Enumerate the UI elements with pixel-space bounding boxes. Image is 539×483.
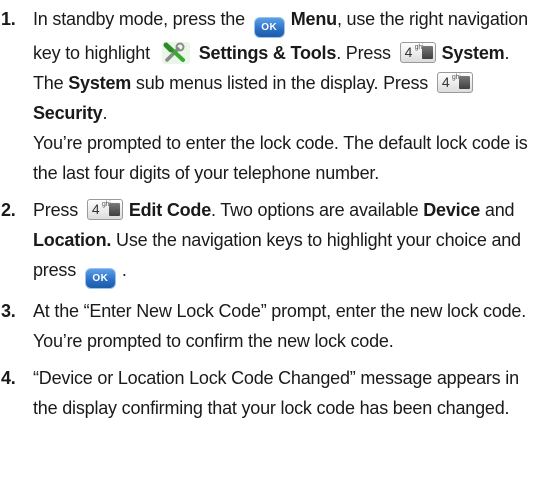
- number-4-key-icon: 4 ghi: [399, 42, 436, 63]
- step-text: In standby mode, press the OK Menu, use t…: [33, 4, 533, 188]
- step-number: 3.: [1, 301, 16, 321]
- device-label: Device: [423, 200, 481, 220]
- step-number: 2.: [1, 200, 16, 220]
- security-label: Security: [33, 103, 103, 123]
- menu-label: Menu: [290, 9, 337, 29]
- settings-tools-icon: [161, 42, 190, 64]
- text-segment: You’re prompted to enter the lock code. …: [33, 133, 528, 183]
- number-4-key-icon: 4 ghi: [86, 199, 123, 220]
- step-2: 2. Press 4 ghi Edit Code. Two options are …: [0, 195, 533, 289]
- step-number: 1.: [1, 9, 16, 29]
- text-segment: . Press: [336, 43, 391, 63]
- text-segment: .: [121, 260, 127, 280]
- text-segment: sub menus listed in the display. Press: [135, 73, 429, 93]
- key-digit: 4: [91, 201, 100, 217]
- number-4-key-icon: 4 ghi: [436, 72, 473, 93]
- key-bar: [458, 76, 470, 89]
- ok-key-icon: OK: [84, 268, 116, 289]
- step-4: 4. “Device or Location Lock Code Changed…: [0, 363, 533, 423]
- step-text: At the “Enter New Lock Code” prompt, ent…: [33, 301, 527, 351]
- text-segment: In standby mode, press the: [33, 9, 245, 29]
- text-segment: Press: [33, 200, 79, 220]
- edit-code-label: Edit Code: [128, 200, 212, 220]
- key-bar: [421, 46, 433, 59]
- instruction-page: 1. In standby mode, press the OK Menu, us…: [0, 0, 539, 483]
- system-label: System: [68, 73, 132, 93]
- text-segment: . Two options are available: [211, 200, 419, 220]
- step-1: 1. In standby mode, press the OK Menu, us…: [0, 4, 533, 188]
- settings-tools-label: Settings & Tools: [198, 43, 337, 63]
- key-bar: [108, 203, 120, 216]
- text-segment: .: [102, 103, 108, 123]
- step-text: “Device or Location Lock Code Changed” m…: [33, 368, 519, 418]
- system-label: System: [441, 43, 505, 63]
- location-label: Location.: [33, 230, 112, 250]
- step-3: 3. At the “Enter New Lock Code” prompt, …: [0, 296, 533, 356]
- ok-key-icon: OK: [253, 17, 285, 38]
- step-text: Press 4 ghi Edit Code. Two options are ava…: [33, 195, 533, 289]
- step-number: 4.: [1, 368, 16, 388]
- text-segment: and: [484, 200, 515, 220]
- key-digit: 4: [404, 44, 413, 60]
- key-digit: 4: [441, 74, 450, 90]
